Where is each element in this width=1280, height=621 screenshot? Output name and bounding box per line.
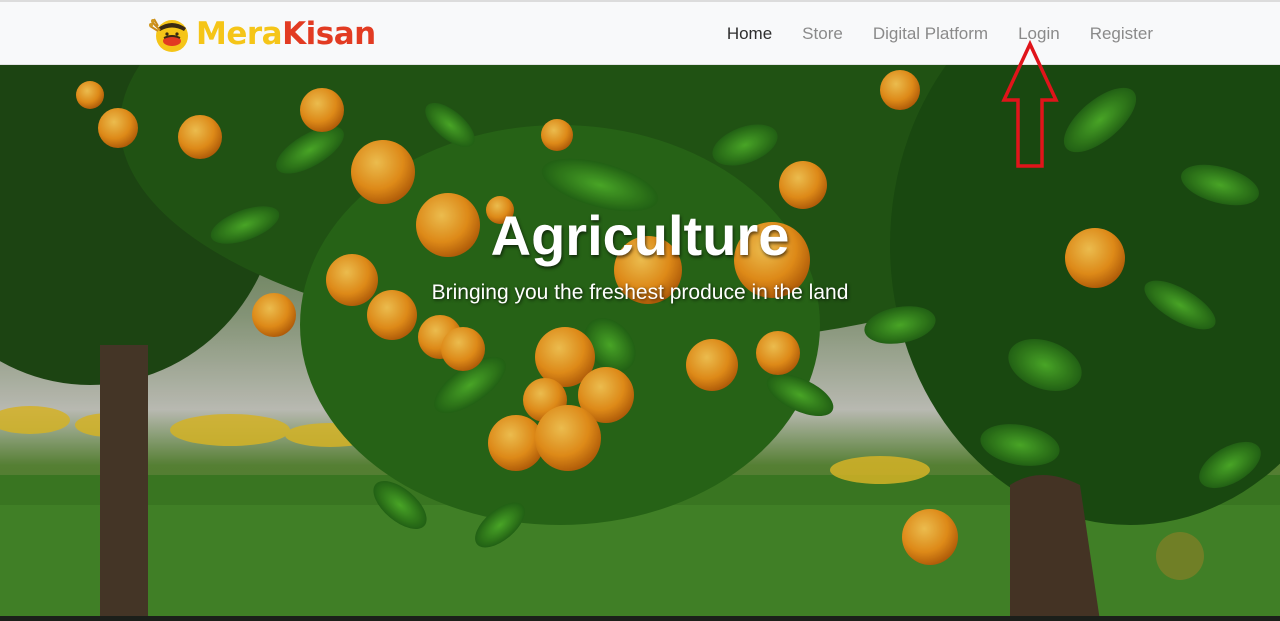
brand-name-part1: Mera (196, 16, 283, 52)
bottom-edge (0, 616, 1280, 621)
nav-store[interactable]: Store (787, 2, 858, 65)
brand-name: MeraKisan (196, 14, 376, 54)
hero-title: Agriculture (490, 204, 790, 267)
red-up-arrow-icon (1001, 40, 1059, 168)
orange-tree-background-image (0, 65, 1280, 621)
farmer-logo-icon (149, 18, 188, 52)
brand-logo[interactable]: MeraKisan (148, 14, 376, 54)
brand-name-part2: Kisan (282, 16, 376, 52)
top-navbar: MeraKisan Home Store Digital Platform Lo… (0, 0, 1280, 65)
hero-subtitle: Bringing you the freshest produce in the… (431, 281, 849, 304)
nav-digital-platform[interactable]: Digital Platform (858, 2, 1003, 65)
main-nav: Home Store Digital Platform Login Regist… (712, 2, 1280, 65)
nav-register[interactable]: Register (1075, 2, 1168, 65)
hero-banner: Agriculture Bringing you the freshest pr… (0, 65, 1280, 621)
nav-home[interactable]: Home (712, 2, 787, 65)
